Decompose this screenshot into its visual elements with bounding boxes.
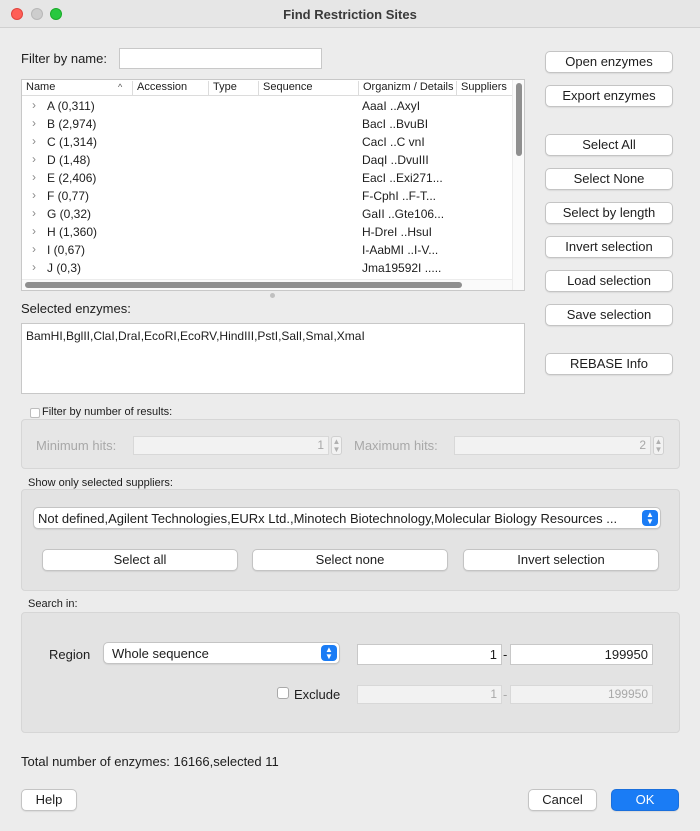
region-end-input[interactable]: 199950	[510, 644, 653, 665]
filter-name-input[interactable]	[119, 48, 322, 69]
column-header-accession[interactable]: Accession	[132, 81, 208, 95]
maximum-hits-input[interactable]: 2	[454, 436, 651, 455]
column-header-name[interactable]: Name ^	[22, 81, 132, 95]
chevron-right-icon[interactable]: ›	[32, 170, 36, 184]
minimum-hits-label: Minimum hits:	[36, 438, 117, 453]
table-row[interactable]: › E (2,406) EacI ..Exi271...	[22, 169, 510, 187]
table-row[interactable]: › A (0,311) AaaI ..AxyI	[22, 97, 510, 115]
exclude-checkbox[interactable]	[277, 687, 289, 699]
select-none-enzymes-button[interactable]: Select None	[545, 168, 673, 190]
table-row[interactable]: › F (0,77) F-CphI ..F-T...	[22, 187, 510, 205]
column-header-sequence[interactable]: Sequence	[258, 81, 358, 95]
column-header-suppliers[interactable]: Suppliers	[456, 81, 514, 95]
table-row[interactable]: › D (1,48) DaqI ..DvuIII	[22, 151, 510, 169]
suppliers-invert-button[interactable]: Invert selection	[463, 549, 659, 571]
table-row[interactable]: › G (0,32) GaII ..Gte106...	[22, 205, 510, 223]
suppliers-select-all-button[interactable]: Select all	[42, 549, 238, 571]
sort-up-icon: ^	[118, 82, 123, 92]
select-all-enzymes-button[interactable]: Select All	[545, 134, 673, 156]
chevron-right-icon[interactable]: ›	[32, 206, 36, 220]
chevron-right-icon[interactable]: ›	[32, 242, 36, 256]
suppliers-select-none-button[interactable]: Select none	[252, 549, 448, 571]
rebase-info-button[interactable]: REBASE Info	[545, 353, 673, 375]
horizontal-scrollbar[interactable]	[22, 279, 512, 290]
chevron-right-icon[interactable]: ›	[32, 260, 36, 274]
search-in-group: Region Whole sequence ▲ ▼ 1 - 199950 Excl…	[21, 612, 680, 733]
title-bar: Find Restriction Sites	[0, 0, 700, 28]
region-popup-value: Whole sequence	[112, 646, 209, 661]
popup-arrows-icon: ▲ ▼	[642, 510, 658, 526]
minimum-hits-input[interactable]: 1	[133, 436, 329, 455]
exclude-label: Exclude	[294, 687, 341, 702]
invert-enzyme-selection-button[interactable]: Invert selection	[545, 236, 673, 258]
chevron-right-icon[interactable]: ›	[32, 224, 36, 238]
column-header-organism[interactable]: Organizm / Details	[358, 81, 456, 95]
table-row[interactable]: › C (1,314) CacI ..C vnI	[22, 133, 510, 151]
chevron-right-icon[interactable]: ›	[32, 152, 36, 166]
exclude-end-input[interactable]: 199950	[510, 685, 653, 704]
cancel-button[interactable]: Cancel	[528, 789, 597, 811]
region-label: Region	[49, 647, 91, 662]
chevron-right-icon[interactable]: ›	[32, 188, 36, 202]
total-enzymes-status: Total number of enzymes: 16166,selected …	[21, 754, 279, 769]
table-row[interactable]: › I (0,67) I-AabMI ..I-V...	[22, 241, 510, 259]
stepper-icon[interactable]: ▲ ▼	[331, 436, 342, 455]
vertical-scroll-thumb[interactable]	[516, 83, 522, 156]
table-header: Name ^ Accession Type Sequence Organizm …	[22, 80, 524, 96]
selected-enzymes-field[interactable]: BamHI,BglII,ClaI,DraI,EcoRI,EcoRV,HindII…	[21, 323, 525, 394]
search-in-label: Search in:	[28, 598, 78, 610]
exclude-start-input[interactable]: 1	[357, 685, 502, 704]
vertical-scrollbar[interactable]	[512, 80, 524, 290]
filter-results-checkbox[interactable]	[30, 408, 40, 418]
suppliers-popup[interactable]: Not defined,Agilent Technologies,EURx Lt…	[33, 507, 661, 529]
horizontal-scroll-thumb[interactable]	[25, 282, 462, 288]
table-row[interactable]: › B (2,974) BacI ..BvuBI	[22, 115, 510, 133]
enzyme-table[interactable]: Name ^ Accession Type Sequence Organizm …	[21, 79, 525, 291]
select-by-length-button[interactable]: Select by length	[545, 202, 673, 224]
filter-label: Filter by name:	[21, 51, 107, 66]
suppliers-popup-value: Not defined,Agilent Technologies,EURx Lt…	[38, 511, 618, 526]
suppliers-group: Not defined,Agilent Technologies,EURx Lt…	[21, 489, 680, 591]
window-title: Find Restriction Sites	[283, 7, 417, 22]
results-filter-group: Minimum hits: 1 ▲ ▼ Maximum hits: 2 ▲ ▼	[21, 419, 680, 469]
stepper-icon[interactable]: ▲ ▼	[653, 436, 664, 455]
exclude-range-dash: -	[503, 687, 508, 702]
maximum-hits-label: Maximum hits:	[354, 438, 438, 453]
selected-enzymes-label: Selected enzymes:	[21, 301, 131, 316]
table-row[interactable]: › J (0,3) Jma19592I .....	[22, 259, 510, 277]
export-enzymes-button[interactable]: Export enzymes	[545, 85, 673, 107]
column-header-type[interactable]: Type	[208, 81, 258, 95]
suppliers-label: Show only selected suppliers:	[28, 477, 173, 489]
region-start-input[interactable]: 1	[357, 644, 502, 665]
chevron-right-icon[interactable]: ›	[32, 134, 36, 148]
chevron-right-icon[interactable]: ›	[32, 116, 36, 130]
ok-button[interactable]: OK	[611, 789, 679, 811]
region-popup[interactable]: Whole sequence ▲ ▼	[103, 642, 340, 664]
popup-arrows-icon: ▲ ▼	[321, 645, 337, 661]
splitter-handle[interactable]	[270, 293, 275, 298]
filter-results-label: Filter by number of results:	[42, 406, 173, 418]
help-button[interactable]: Help	[21, 789, 77, 811]
save-selection-button[interactable]: Save selection	[545, 304, 673, 326]
load-selection-button[interactable]: Load selection	[545, 270, 673, 292]
range-dash: -	[503, 647, 508, 662]
chevron-right-icon[interactable]: ›	[32, 98, 36, 112]
table-row[interactable]: › H (1,360) H-DreI ..HsuI	[22, 223, 510, 241]
open-enzymes-button[interactable]: Open enzymes	[545, 51, 673, 73]
